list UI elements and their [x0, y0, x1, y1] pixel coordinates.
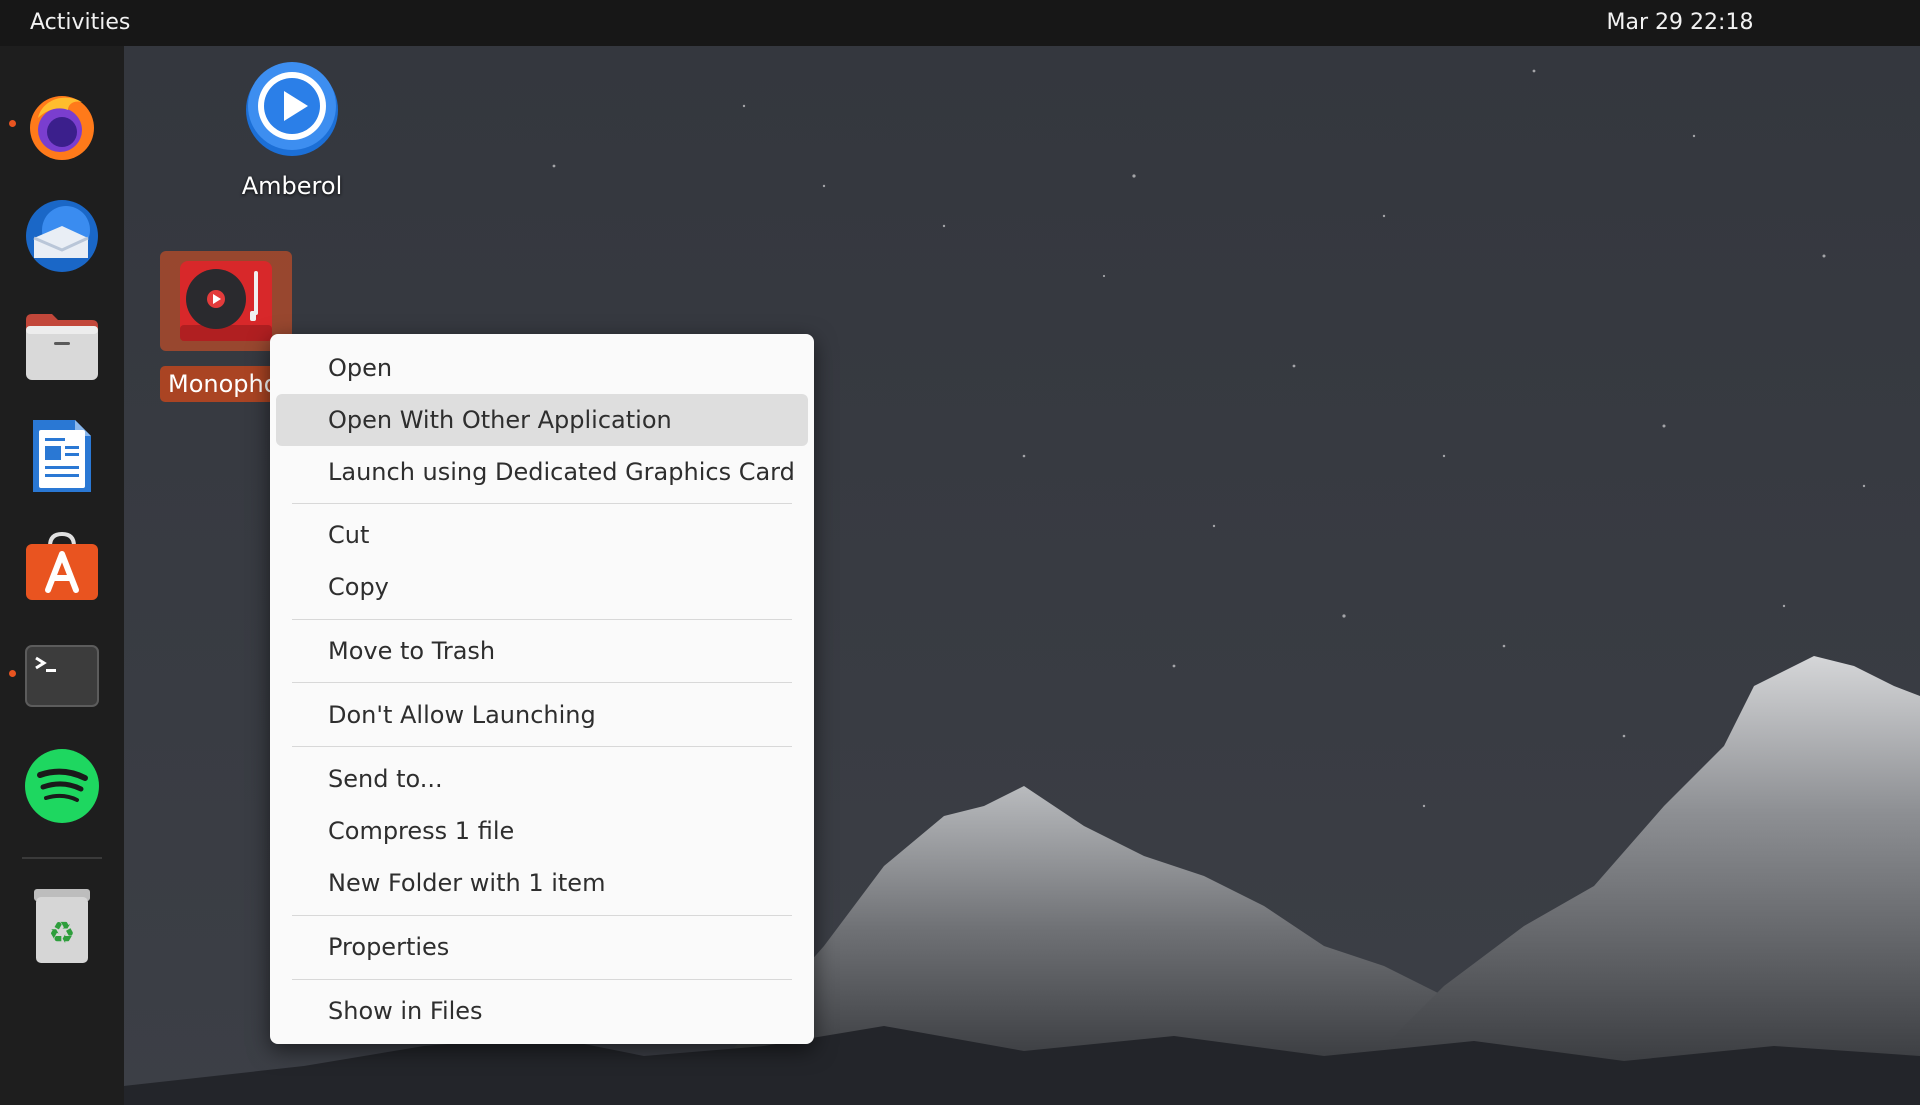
dock-item-firefox[interactable] — [9, 84, 104, 168]
menu-item-new-folder-with-item[interactable]: New Folder with 1 item — [276, 857, 808, 909]
menu-item-compress[interactable]: Compress 1 file — [276, 805, 808, 857]
menu-item-cut[interactable]: Cut — [276, 509, 808, 561]
menu-item-show-in-files[interactable]: Show in Files — [276, 985, 808, 1037]
trash-icon: ♻ — [34, 889, 90, 963]
clock[interactable]: Mar 29 22:18 — [1550, 0, 1810, 46]
menu-item-properties[interactable]: Properties — [276, 921, 808, 973]
menu-separator — [292, 619, 792, 620]
menu-item-open[interactable]: Open — [276, 342, 808, 394]
desktop-icon-amberol[interactable]: Amberol — [222, 58, 362, 200]
dock-item-terminal[interactable] — [9, 634, 104, 718]
activities-button[interactable]: Activities — [30, 0, 130, 46]
dock-item-writer[interactable] — [20, 414, 104, 498]
menu-item-launch-dedicated-gpu[interactable]: Launch using Dedicated Graphics Card — [276, 446, 808, 498]
menu-item-copy[interactable]: Copy — [276, 561, 808, 613]
desktop-icon-label: Monopho — [160, 366, 287, 402]
desktop-icon-label: Amberol — [241, 172, 343, 200]
context-menu: Open Open With Other Application Launch … — [270, 334, 814, 1044]
svg-text:♻: ♻ — [49, 916, 76, 951]
menu-item-open-with-other-application[interactable]: Open With Other Application — [276, 394, 808, 446]
menu-item-dont-allow-launching[interactable]: Don't Allow Launching — [276, 689, 808, 741]
thunderbird-icon — [26, 200, 98, 272]
menu-separator — [292, 682, 792, 683]
dock-item-software[interactable] — [20, 524, 104, 608]
software-icon — [26, 531, 98, 600]
spotify-icon — [25, 749, 99, 823]
files-icon — [26, 314, 98, 380]
terminal-icon — [25, 645, 99, 707]
dock-item-thunderbird[interactable] — [20, 194, 104, 278]
writer-icon — [33, 420, 91, 492]
menu-separator — [292, 746, 792, 747]
firefox-icon — [30, 96, 94, 160]
menu-item-move-to-trash[interactable]: Move to Trash — [276, 625, 808, 677]
top-bar: Activities Mar 29 22:18 — [0, 0, 1920, 46]
dock-item-files[interactable] — [20, 304, 104, 388]
dock-separator — [22, 857, 102, 859]
dock-item-spotify[interactable] — [20, 744, 104, 828]
dock-item-trash[interactable]: ♻ — [20, 884, 104, 968]
menu-separator — [292, 503, 792, 504]
running-indicator — [9, 120, 16, 127]
menu-separator — [292, 979, 792, 980]
menu-separator — [292, 915, 792, 916]
menu-item-send-to[interactable]: Send to... — [276, 753, 808, 805]
amberol-icon — [246, 62, 338, 156]
running-indicator — [9, 670, 16, 677]
dock: ♻ — [0, 46, 124, 1105]
